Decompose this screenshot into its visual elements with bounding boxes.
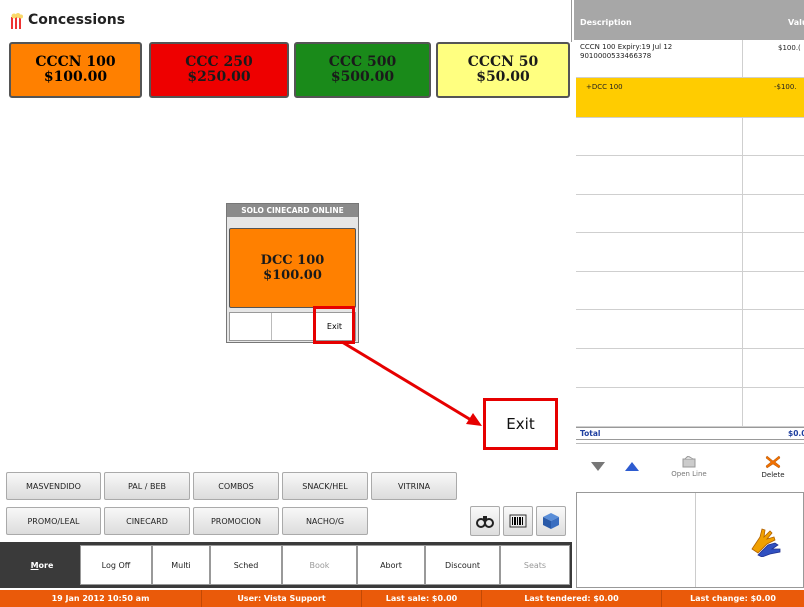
- abort-button[interactable]: Abort: [357, 545, 425, 585]
- binoculars-icon: [476, 516, 494, 528]
- barcode-icon: [509, 514, 527, 528]
- item-name: CCCN 100: [35, 54, 116, 70]
- multi-button[interactable]: Multi: [152, 545, 210, 585]
- column-value: Valu: [788, 18, 804, 27]
- order-header: Description Valu: [574, 0, 804, 40]
- item-button-ccc-500[interactable]: CCC 500 $500.00: [294, 42, 431, 98]
- order-row-empty: [576, 156, 804, 195]
- category-nacho-g[interactable]: NACHO/G: [282, 507, 368, 535]
- order-row-line2: 9010000533466378: [580, 52, 652, 60]
- item-button-ccc-250[interactable]: CCC 250 $250.00: [149, 42, 289, 98]
- item-button-cccn-100[interactable]: CCCN 100 $100.00: [9, 42, 142, 98]
- item-name: CCC 250: [185, 54, 253, 70]
- order-row-empty: [576, 272, 804, 310]
- item-price: $50.00: [476, 69, 530, 85]
- order-row-empty: [576, 195, 804, 233]
- order-row-value: -$100.: [774, 83, 797, 91]
- scroll-down-button[interactable]: [583, 452, 613, 480]
- box-icon: [543, 513, 559, 529]
- open-line-label: Open Line: [671, 470, 707, 478]
- item-name: CCCN 50: [467, 54, 539, 70]
- order-row-empty: [576, 310, 804, 349]
- open-line-icon: [682, 456, 696, 468]
- category-combos[interactable]: COMBOS: [193, 472, 279, 500]
- barcode-button[interactable]: [503, 506, 533, 536]
- scroll-up-button[interactable]: [617, 452, 647, 480]
- callout-arrow: [341, 340, 482, 426]
- category-cinecard[interactable]: CINECARD: [104, 507, 190, 535]
- order-row-line1: CCCN 100 Expiry:19 Jul 12: [580, 43, 673, 51]
- dialog-empty-slot: [272, 313, 314, 340]
- category-pal-beb[interactable]: PAL / BEB: [104, 472, 190, 500]
- item-name: CCC 500: [328, 54, 397, 70]
- item-price: $100.00: [43, 69, 108, 85]
- item-button-cccn-50[interactable]: CCCN 50 $50.00: [436, 42, 570, 98]
- exit-callout: Exit: [483, 398, 558, 450]
- delete-label: Delete: [761, 471, 785, 479]
- order-row-description: CCCN 100 Expiry:19 Jul 12 90100005334663…: [580, 43, 672, 61]
- highlight-box: [313, 306, 355, 344]
- more-button[interactable]: More: [6, 545, 78, 585]
- column-description: Description: [580, 18, 632, 27]
- category-snack-hel[interactable]: SNACK/HEL: [282, 472, 368, 500]
- category-masvendido[interactable]: MASVENDIDO: [6, 472, 101, 500]
- chevron-up-icon: [625, 462, 639, 471]
- seats-button[interactable]: Seats: [500, 545, 570, 585]
- more-accesskey: M: [30, 560, 39, 570]
- discount-button[interactable]: Discount: [425, 545, 500, 585]
- order-row-empty: [576, 388, 804, 427]
- order-row-empty: [576, 233, 804, 272]
- status-last-tendered: Last tendered: $0.00: [482, 590, 662, 607]
- popcorn-icon: [11, 13, 23, 29]
- category-promo-leal[interactable]: PROMO/LEAL: [6, 507, 101, 535]
- item-price: $100.00: [263, 268, 322, 283]
- total-label: Total: [580, 429, 601, 438]
- total-value: $0.0: [788, 429, 804, 438]
- page-title: Concessions: [28, 12, 126, 28]
- open-line-button[interactable]: Open Line: [660, 449, 718, 485]
- order-total: Total $0.0: [576, 427, 804, 440]
- item-price: $250.00: [187, 69, 251, 85]
- hand-logo-button[interactable]: [748, 525, 782, 558]
- order-row-empty: [576, 349, 804, 388]
- status-last-sale: Last sale: $0.00: [362, 590, 482, 607]
- hands-icon: [751, 528, 781, 558]
- order-row-empty: [576, 118, 804, 156]
- category-promocion[interactable]: PROMOCION: [193, 507, 279, 535]
- status-last-change: Last change: $0.00: [690, 594, 776, 603]
- book-button[interactable]: Book: [282, 545, 357, 585]
- order-row[interactable]: CCCN 100 Expiry:19 Jul 12 90100005334663…: [576, 40, 804, 78]
- status-bar: 19 Jan 2012 10:50 am User: Vista Support…: [0, 590, 804, 607]
- dialog-empty-slot: [230, 313, 272, 340]
- more-label-rest: ore: [38, 560, 54, 570]
- package-button[interactable]: [536, 506, 566, 536]
- dialog-title: SOLO CINECARD ONLINE: [227, 204, 358, 217]
- item-name: DCC 100: [260, 253, 325, 268]
- order-row-selected[interactable]: +DCC 100 -$100.: [576, 78, 804, 118]
- status-user: User: Vista Support: [202, 590, 362, 607]
- order-row-description: +DCC 100: [586, 83, 623, 91]
- item-button-dcc-100[interactable]: DCC 100 $100.00: [229, 228, 356, 308]
- order-row-value: $100.(: [778, 44, 801, 52]
- delete-button[interactable]: Delete: [748, 449, 798, 485]
- delete-x-icon: [765, 455, 781, 469]
- sched-button[interactable]: Sched: [210, 545, 282, 585]
- status-datetime: 19 Jan 2012 10:50 am: [0, 590, 202, 607]
- search-button[interactable]: [470, 506, 500, 536]
- payment-divider: [695, 493, 696, 587]
- category-vitrina[interactable]: VITRINA: [371, 472, 457, 500]
- item-price: $500.00: [330, 69, 395, 85]
- log-off-button[interactable]: Log Off: [80, 545, 152, 585]
- chevron-down-icon: [591, 462, 605, 471]
